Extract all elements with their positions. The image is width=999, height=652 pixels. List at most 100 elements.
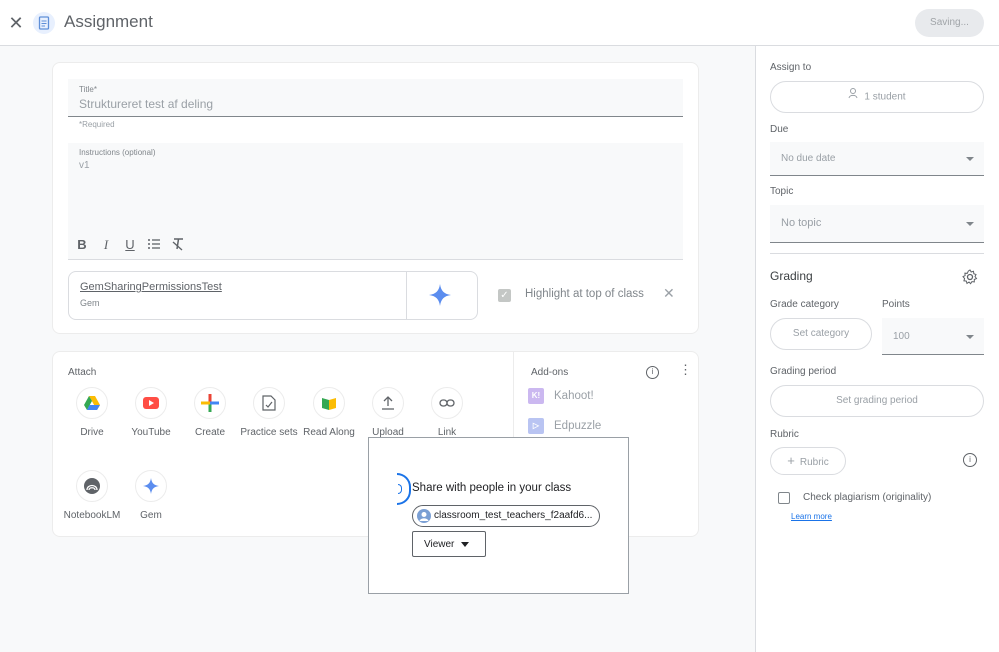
highlight-label: Highlight at top of class (525, 288, 644, 300)
addon-kahoot-label: Kahoot! (554, 390, 594, 403)
attach-create-button[interactable]: Create (180, 387, 240, 439)
attach-drive-button[interactable]: Drive (62, 387, 122, 439)
info-icon[interactable]: i (963, 453, 977, 467)
attach-link-button[interactable]: Link (417, 387, 477, 439)
required-note: *Required (79, 120, 115, 129)
plagiarism-checkbox[interactable] (778, 492, 790, 504)
addon-edpuzzle-label: Edpuzzle (554, 420, 602, 433)
attach-practice-sets-button[interactable]: Practice sets (239, 387, 299, 439)
set-category-button[interactable]: Set category (770, 318, 872, 350)
permission-select[interactable]: Viewer (412, 531, 486, 557)
attach-drive-label: Drive (80, 427, 104, 438)
dropdown-arrow-icon (966, 222, 974, 226)
practice-sets-icon (253, 387, 285, 419)
remove-gem-icon[interactable]: ✕ (663, 285, 675, 302)
gear-icon[interactable] (962, 269, 978, 285)
attach-read-along-label: Read Along (303, 427, 355, 438)
attach-notebooklm-label: NotebookLM (63, 510, 121, 521)
attach-gem-button[interactable]: Gem (121, 470, 181, 522)
attach-read-along-button[interactable]: Read Along (299, 387, 359, 439)
addon-kahoot[interactable]: K! Kahoot! (528, 388, 594, 404)
youtube-icon (135, 387, 167, 419)
gem-divider (406, 272, 407, 319)
gem-sparkle-icon (429, 284, 451, 306)
more-vert-icon[interactable]: ⋮ (679, 362, 692, 378)
kahoot-icon: K! (528, 388, 544, 404)
assign-to-label: Assign to (770, 62, 812, 73)
grading-period-label: Grading period (770, 366, 837, 377)
assignment-details-card: Title* Struktureret test af deling *Requ… (52, 62, 699, 334)
attach-create-label: Create (194, 427, 225, 438)
title-field-label: Title* (79, 85, 97, 94)
attach-notebooklm-button[interactable]: NotebookLM (62, 470, 122, 522)
attach-gem-label: Gem (140, 510, 162, 521)
share-message: Share with people in your class (412, 482, 572, 494)
gem-name-link[interactable]: GemSharingPermissionsTest (80, 281, 222, 293)
add-rubric-button[interactable]: + Rubric (770, 447, 846, 475)
title-field[interactable]: Title* Struktureret test af deling (68, 79, 683, 117)
italic-icon[interactable]: I (99, 237, 113, 253)
learn-more-link[interactable]: Learn more (791, 512, 832, 521)
attach-label: Attach (68, 367, 97, 378)
due-label: Due (770, 124, 789, 135)
dropdown-arrow-icon (966, 157, 974, 161)
dropdown-arrow-icon (461, 542, 469, 547)
link-icon (431, 387, 463, 419)
grading-heading: Grading (770, 269, 813, 283)
info-icon[interactable]: i (646, 366, 659, 379)
top-bar: ✕ Assignment Saving... (0, 0, 999, 46)
rubric-label: Rubric (770, 429, 799, 440)
due-value: No due date (781, 153, 836, 164)
saving-button[interactable]: Saving... (915, 9, 984, 37)
plagiarism-label: Check plagiarism (originality) (803, 492, 932, 503)
dropdown-arrow-icon (966, 335, 974, 339)
person-icon (848, 82, 860, 112)
bold-icon[interactable]: B (75, 237, 89, 253)
points-value: 100 (893, 331, 910, 342)
points-select[interactable]: 100 (882, 318, 984, 355)
addons-label: Add-ons (531, 367, 569, 378)
topic-value: No topic (781, 217, 822, 229)
drive-icon (76, 387, 108, 419)
upload-icon (372, 387, 404, 419)
gem-attachment[interactable]: GemSharingPermissionsTest Gem (68, 271, 478, 320)
attach-upload-button[interactable]: Upload (358, 387, 418, 439)
highlight-checkbox[interactable]: ✓ (498, 289, 511, 302)
addon-edpuzzle[interactable]: ▷ Edpuzzle (528, 418, 601, 434)
topic-label: Topic (770, 186, 794, 197)
avatar (417, 509, 431, 523)
recipient-chip[interactable]: classroom_test_teachers_f2aafd6... (412, 505, 600, 527)
rubric-button-label: Rubric (799, 457, 829, 468)
edpuzzle-icon: ▷ (528, 418, 544, 434)
gem-type-label: Gem (80, 298, 100, 308)
points-label: Points (882, 299, 910, 310)
attach-youtube-label: YouTube (131, 427, 171, 438)
title-input[interactable]: Struktureret test af deling (79, 97, 213, 111)
recipient-name: classroom_test_teachers_f2aafd6... (434, 510, 593, 521)
sidebar-divider (770, 253, 984, 254)
plus-icon: + (787, 453, 795, 468)
notebooklm-icon (76, 470, 108, 502)
gem-sparkle-icon (135, 470, 167, 502)
assign-to-button[interactable]: 1 student (770, 81, 984, 113)
attach-youtube-button[interactable]: YouTube (121, 387, 181, 439)
bulleted-list-icon[interactable] (147, 237, 161, 253)
permission-value: Viewer (424, 539, 455, 550)
share-dialog: Share with people in your class classroo… (368, 437, 629, 594)
instructions-field[interactable]: Instructions (optional) v1 (68, 143, 683, 231)
assignment-icon (33, 12, 55, 34)
formatting-toolbar: B I U (68, 231, 683, 260)
instructions-field-label: Instructions (optional) (79, 148, 156, 157)
assign-to-value: 1 student (864, 91, 906, 103)
read-along-icon (313, 387, 345, 419)
due-select[interactable]: No due date (770, 142, 984, 176)
underline-icon[interactable]: U (123, 237, 137, 253)
instructions-input[interactable]: v1 (79, 160, 90, 171)
page-title: Assignment (64, 12, 153, 31)
set-grading-period-button[interactable]: Set grading period (770, 385, 984, 417)
close-icon[interactable]: ✕ (6, 13, 26, 33)
topic-select[interactable]: No topic (770, 205, 984, 243)
clear-formatting-icon[interactable] (171, 237, 185, 253)
plus-icon (194, 387, 226, 419)
grade-category-label: Grade category (770, 299, 839, 310)
